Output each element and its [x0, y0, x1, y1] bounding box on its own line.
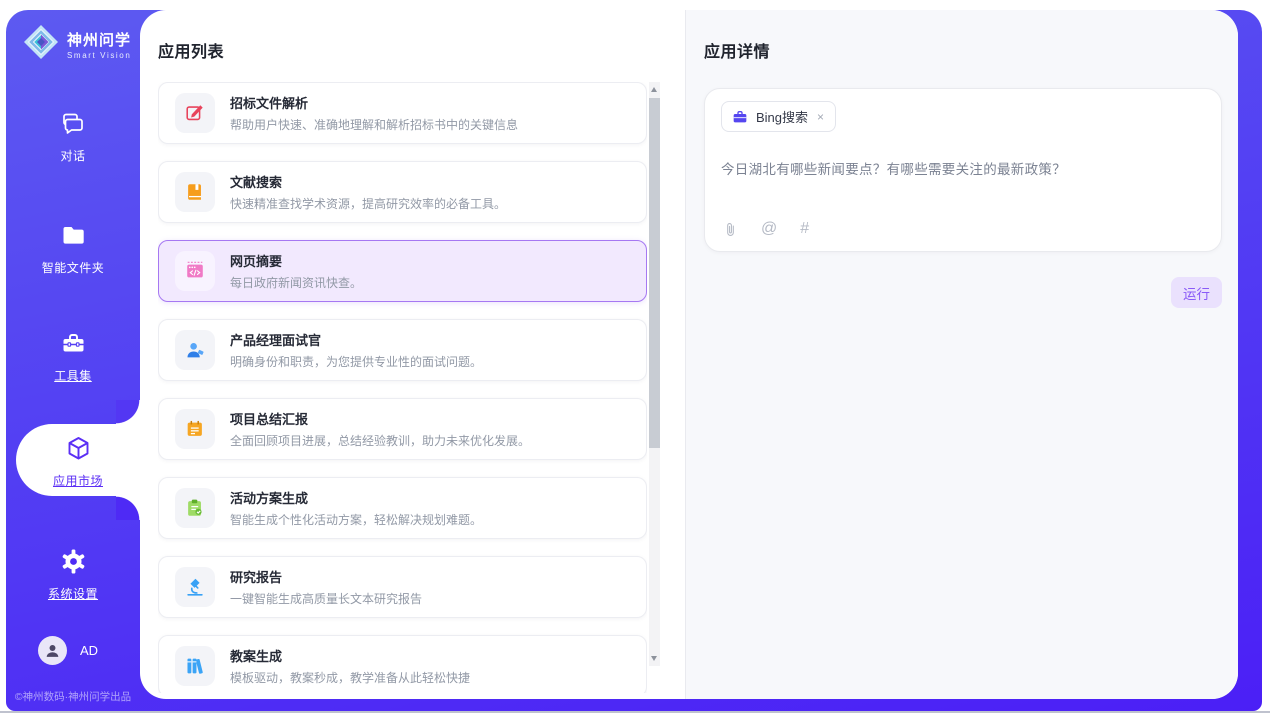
app-card-title: 文献搜索 — [230, 172, 506, 191]
query-text[interactable]: 今日湖北有哪些新闻要点？有哪些需要关注的最新政策？ — [721, 158, 1205, 178]
app-card[interactable]: 研究报告 一键智能生成高质量长文本研究报告 — [158, 556, 647, 618]
app-card-desc: 明确身份和职责，为您提供专业性的面试问题。 — [230, 353, 482, 370]
window-bottom-divider — [0, 711, 1270, 713]
scrollbar[interactable] — [649, 82, 660, 666]
tool-tag-bing-search[interactable]: Bing搜索 × — [721, 101, 836, 132]
folder-icon — [60, 222, 87, 249]
hash-icon[interactable]: # — [800, 220, 809, 238]
sidebar-item-chat[interactable]: 对话 — [6, 110, 140, 164]
user-name: AD — [80, 643, 98, 658]
note-icon — [175, 409, 215, 449]
app-card-title: 招标文件解析 — [230, 93, 518, 112]
brand-name: 神州问学 — [67, 32, 131, 49]
microscope-icon — [175, 567, 215, 607]
app-card-desc: 全面回顾项目进展，总结经验教训，助力未来优化发展。 — [230, 432, 530, 449]
app-list-title: 应用列表 — [158, 38, 224, 62]
user-account[interactable]: AD — [38, 636, 98, 665]
interviewer-icon — [175, 330, 215, 370]
chat-icon — [60, 110, 87, 137]
app-card-desc: 模板驱动，教案秒成，教学准备从此轻松快捷 — [230, 669, 470, 686]
sidebar-item-label: 系统设置 — [6, 585, 140, 602]
active-tab-curve-top — [116, 400, 140, 424]
brand-subtitle: Smart Vision — [67, 51, 131, 60]
app-card-desc: 智能生成个性化活动方案，轻松解决规划难题。 — [230, 511, 482, 528]
app-card-title: 研究报告 — [230, 567, 422, 586]
run-button[interactable]: 运行 — [1171, 277, 1222, 308]
book-icon — [175, 172, 215, 212]
clipboard-icon — [175, 488, 215, 528]
app-card-desc: 帮助用户快速、准确地理解和解析招标书中的关键信息 — [230, 116, 518, 133]
app-card-title: 教案生成 — [230, 646, 470, 665]
app-detail-title: 应用详情 — [704, 38, 1222, 62]
app-card-title: 活动方案生成 — [230, 488, 482, 507]
app-card[interactable]: 产品经理面试官 明确身份和职责，为您提供专业性的面试问题。 — [158, 319, 647, 381]
scroll-down-icon[interactable] — [651, 656, 657, 661]
briefcase-icon — [732, 109, 748, 125]
cube-icon — [65, 435, 92, 462]
app-shell: 神州问学 Smart Vision 对话 智能文件夹 工具集 应用市场 系统设置… — [6, 10, 1262, 711]
sidebar-item-label: 智能文件夹 — [6, 259, 140, 276]
attachment-icon[interactable] — [723, 221, 738, 238]
active-tab-curve-bottom — [116, 496, 140, 520]
app-card[interactable]: 活动方案生成 智能生成个性化活动方案，轻松解决规划难题。 — [158, 477, 647, 539]
books-icon — [175, 646, 215, 686]
app-window: 神州问学 Smart Vision 对话 智能文件夹 工具集 应用市场 系统设置… — [0, 0, 1270, 714]
mention-icon[interactable]: @ — [761, 220, 777, 238]
app-card[interactable]: 网页摘要 每日政府新闻资讯快查。 — [158, 240, 647, 302]
toolbox-icon — [60, 330, 87, 357]
sidebar-item-label: 对话 — [6, 147, 140, 164]
sidebar: 神州问学 Smart Vision 对话 智能文件夹 工具集 应用市场 系统设置… — [6, 10, 140, 711]
app-detail-pane: 应用详情 Bing搜索 × 今日湖北有哪些新闻要点？有哪些需要关注的最新政策？ — [685, 10, 1238, 699]
app-list-pane: 应用列表 招标文件解析 帮助用户快速、准确地理解和解析招标书中的关键信息 文献搜… — [140, 10, 685, 699]
sidebar-item-cube[interactable]: 应用市场 — [16, 424, 140, 496]
content-panel: 应用列表 招标文件解析 帮助用户快速、准确地理解和解析招标书中的关键信息 文献搜… — [140, 10, 1238, 699]
gear-icon — [60, 548, 87, 575]
sidebar-item-label: 应用市场 — [16, 472, 140, 489]
app-card[interactable]: 文献搜索 快速精准查找学术资源，提高研究效率的必备工具。 — [158, 161, 647, 223]
app-card[interactable]: 招标文件解析 帮助用户快速、准确地理解和解析招标书中的关键信息 — [158, 82, 647, 144]
webpage-icon — [175, 251, 215, 291]
edit-doc-icon — [175, 93, 215, 133]
app-card-title: 网页摘要 — [230, 251, 362, 270]
sidebar-item-label: 工具集 — [6, 367, 140, 384]
sidebar-item-gear[interactable]: 系统设置 — [6, 548, 140, 602]
sidebar-item-toolbox[interactable]: 工具集 — [6, 330, 140, 384]
sidebar-item-folder[interactable]: 智能文件夹 — [6, 222, 140, 276]
app-card[interactable]: 项目总结汇报 全面回顾项目进展，总结经验教训，助力未来优化发展。 — [158, 398, 647, 460]
app-card-desc: 一键智能生成高质量长文本研究报告 — [230, 590, 422, 607]
prompt-card: Bing搜索 × 今日湖北有哪些新闻要点？有哪些需要关注的最新政策？ @ # — [704, 88, 1222, 252]
app-card-list: 招标文件解析 帮助用户快速、准确地理解和解析招标书中的关键信息 文献搜索 快速精… — [158, 82, 647, 693]
scrollbar-thumb[interactable] — [649, 98, 660, 448]
app-card[interactable]: 教案生成 模板驱动，教案秒成，教学准备从此轻松快捷 — [158, 635, 647, 693]
brand: 神州问学 Smart Vision — [22, 23, 131, 66]
input-toolbar: @ # — [723, 220, 809, 238]
tool-tag-label: Bing搜索 — [756, 107, 808, 126]
scroll-up-icon[interactable] — [651, 87, 657, 92]
user-avatar-icon — [38, 636, 67, 665]
tag-close-icon[interactable]: × — [816, 110, 825, 124]
copyright-footer: ©神州数码·神州问学出品 — [6, 689, 140, 704]
app-card-title: 项目总结汇报 — [230, 409, 530, 428]
app-card-desc: 快速精准查找学术资源，提高研究效率的必备工具。 — [230, 195, 506, 212]
app-card-desc: 每日政府新闻资讯快查。 — [230, 274, 362, 291]
app-card-title: 产品经理面试官 — [230, 330, 482, 349]
brand-logo-icon — [22, 23, 60, 66]
